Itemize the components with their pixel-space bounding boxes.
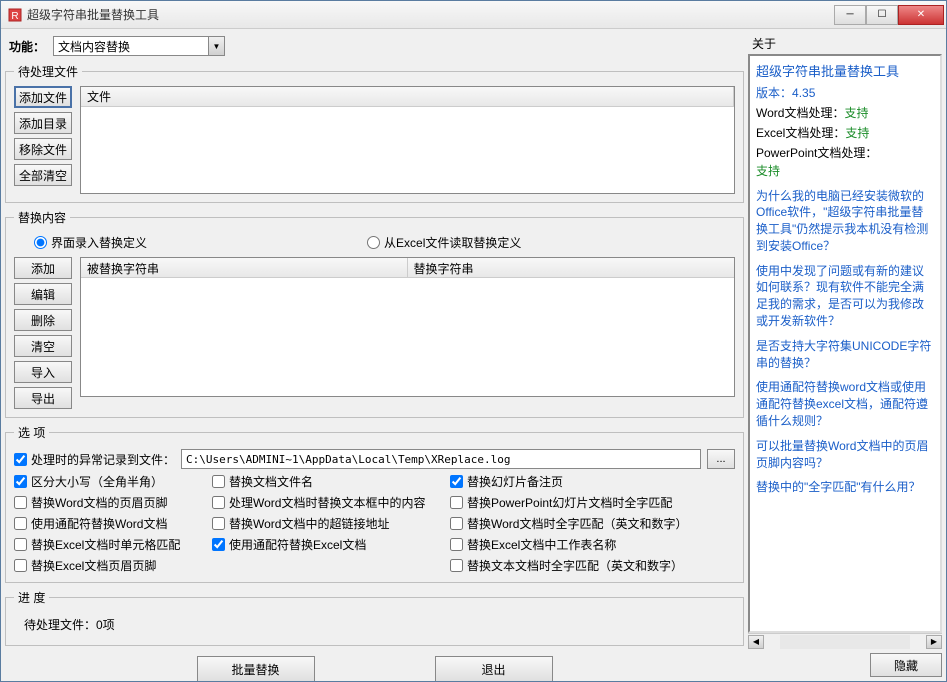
clear-rules-button[interactable]: 清空 bbox=[14, 335, 72, 357]
remove-file-button[interactable]: 移除文件 bbox=[14, 138, 72, 160]
app-icon: R bbox=[7, 7, 23, 23]
chk-excel-sheet[interactable]: 替换Excel文档中工作表名称 bbox=[450, 536, 730, 553]
about-header: 关于 bbox=[748, 33, 942, 54]
clear-all-button[interactable]: 全部清空 bbox=[14, 164, 72, 186]
about-panel: 超级字符串批量替换工具 版本：4.35 Word文档处理：支持 Excel文档处… bbox=[748, 54, 942, 633]
chk-ppt-whole[interactable]: 替换PowerPoint幻灯片文档时全字匹配 bbox=[450, 494, 730, 511]
chk-word-textbox[interactable]: 处理Word文档时替换文本框中的内容 bbox=[212, 494, 442, 511]
options-legend: 选 项 bbox=[14, 424, 49, 441]
add-file-button[interactable]: 添加文件 bbox=[14, 86, 72, 108]
export-rules-button[interactable]: 导出 bbox=[14, 387, 72, 409]
horizontal-scrollbar[interactable]: ◀ ▶ bbox=[748, 633, 942, 649]
maximize-button[interactable]: ☐ bbox=[866, 5, 898, 25]
browse-button[interactable]: ... bbox=[707, 449, 735, 469]
faq-link[interactable]: 可以批量替换Word文档中的页眉页脚内容吗？ bbox=[756, 438, 934, 472]
chk-excel-cell[interactable]: 替换Excel文档时单元格匹配 bbox=[14, 536, 204, 553]
hide-button[interactable]: 隐藏 bbox=[870, 653, 942, 677]
radio-ui-input[interactable]: 界面录入替换定义 bbox=[34, 234, 147, 251]
faq-link[interactable]: 替换中的"全字匹配"有什么用？ bbox=[756, 479, 934, 496]
close-button[interactable]: ✕ bbox=[898, 5, 944, 25]
chk-word-hyperlink[interactable]: 替换Word文档中的超链接地址 bbox=[212, 515, 442, 532]
app-window: R 超级字符串批量替换工具 ─ ☐ ✕ 功能： 文档内容替换 ▼ 待处理文件 添… bbox=[0, 0, 947, 682]
progress-group: 进 度 待处理文件：0项 bbox=[5, 589, 744, 646]
window-title: 超级字符串批量替换工具 bbox=[27, 6, 834, 23]
chk-excel-wildcard[interactable]: 使用通配符替换Excel文档 bbox=[212, 536, 442, 553]
faq-link[interactable]: 使用中发现了问题或有新的建议如何联系？现有软件不能完全满足我的需求，是否可以为我… bbox=[756, 263, 934, 330]
chk-rename[interactable]: 替换文档文件名 bbox=[212, 473, 442, 490]
titlebar: R 超级字符串批量替换工具 ─ ☐ ✕ bbox=[1, 1, 946, 29]
files-group: 待处理文件 添加文件 添加目录 移除文件 全部清空 文件 bbox=[5, 63, 744, 203]
scroll-left-icon[interactable]: ◀ bbox=[748, 635, 764, 649]
chk-word-hf[interactable]: 替换Word文档的页眉页脚 bbox=[14, 494, 204, 511]
find-column-header[interactable]: 被替换字符串 bbox=[81, 258, 408, 277]
chk-excel-hf[interactable]: 替换Excel文档页眉页脚 bbox=[14, 557, 204, 574]
svg-text:R: R bbox=[11, 11, 18, 22]
batch-replace-button[interactable]: 批量替换 bbox=[197, 656, 315, 681]
function-toolbar: 功能： 文档内容替换 ▼ bbox=[5, 33, 744, 59]
chevron-down-icon: ▼ bbox=[208, 37, 224, 55]
scroll-right-icon[interactable]: ▶ bbox=[926, 635, 942, 649]
progress-text: 待处理文件：0项 bbox=[14, 612, 735, 637]
minimize-button[interactable]: ─ bbox=[834, 5, 866, 25]
chk-ppt-notes[interactable]: 替换幻灯片备注页 bbox=[450, 473, 730, 490]
add-rule-button[interactable]: 添加 bbox=[14, 257, 72, 279]
import-rules-button[interactable]: 导入 bbox=[14, 361, 72, 383]
chk-txt-whole[interactable]: 替换文本文档时全字匹配（英文和数字） bbox=[450, 557, 730, 574]
files-legend: 待处理文件 bbox=[14, 63, 82, 80]
add-dir-button[interactable]: 添加目录 bbox=[14, 112, 72, 134]
radio-excel-input[interactable]: 从Excel文件读取替换定义 bbox=[367, 234, 521, 251]
chk-case[interactable]: 区分大小写（全角半角） bbox=[14, 473, 204, 490]
file-column-header[interactable]: 文件 bbox=[81, 87, 734, 106]
function-combobox[interactable]: 文档内容替换 ▼ bbox=[53, 36, 225, 56]
log-checkbox[interactable]: 处理时的异常记录到文件： bbox=[14, 451, 175, 468]
delete-rule-button[interactable]: 删除 bbox=[14, 309, 72, 331]
version-value: 4.35 bbox=[792, 86, 815, 100]
chk-word-whole[interactable]: 替换Word文档时全字匹配（英文和数字） bbox=[450, 515, 730, 532]
chk-word-wildcard[interactable]: 使用通配符替换Word文档 bbox=[14, 515, 204, 532]
log-path-input[interactable] bbox=[181, 449, 701, 469]
rules-listbox[interactable]: 被替换字符串 替换字符串 bbox=[80, 257, 735, 397]
faq-link[interactable]: 是否支持大字符集UNICODE字符串的替换？ bbox=[756, 338, 934, 372]
exit-button[interactable]: 退出 bbox=[435, 656, 553, 681]
edit-rule-button[interactable]: 编辑 bbox=[14, 283, 72, 305]
files-listbox[interactable]: 文件 bbox=[80, 86, 735, 194]
faq-link[interactable]: 使用通配符替换word文档或使用通配符替换excel文档，通配符遵循什么规则？ bbox=[756, 379, 934, 429]
replace-group: 替换内容 界面录入替换定义 从Excel文件读取替换定义 添加 编辑 删除 清空… bbox=[5, 209, 744, 418]
faq-link[interactable]: 为什么我的电脑已经安装微软的Office软件，"超级字符串批量替换工具"仍然提示… bbox=[756, 188, 934, 255]
progress-legend: 进 度 bbox=[14, 589, 49, 606]
replace-column-header[interactable]: 替换字符串 bbox=[408, 258, 735, 277]
replace-legend: 替换内容 bbox=[14, 209, 70, 226]
function-label: 功能： bbox=[9, 38, 45, 55]
about-title: 超级字符串批量替换工具 bbox=[756, 62, 934, 82]
options-group: 选 项 处理时的异常记录到文件： ... 区分大小写（全角半角） 替换文档文件名… bbox=[5, 424, 744, 583]
